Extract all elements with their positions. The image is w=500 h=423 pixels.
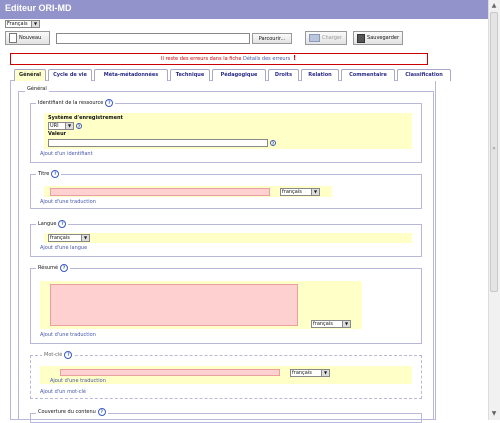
title-language-select[interactable]: français ▼	[280, 188, 320, 196]
language-legend-text: Langue	[38, 221, 57, 227]
tab-meta-metadata[interactable]: Méta-métadonnées	[94, 69, 168, 81]
add-language-link[interactable]: Ajout d'une langue	[40, 245, 87, 251]
tab-technical[interactable]: Technique	[170, 69, 210, 81]
chevron-down-icon: ▼	[311, 189, 319, 195]
help-icon[interactable]: ?	[105, 99, 114, 107]
identifier-legend: Identifiant de la ressource ?	[36, 99, 116, 107]
language-select-value: Français	[7, 21, 28, 27]
coverage-legend: Couverture du contenu ?	[36, 408, 108, 416]
app-title-bar: Editeur ORI-MD	[0, 0, 488, 19]
registry-system-value: URI	[50, 123, 59, 129]
browse-button[interactable]: Parcourir...	[252, 33, 292, 44]
registry-system-label: Système d'enregistrement	[48, 115, 123, 121]
language-legend: Langue ?	[36, 220, 69, 228]
chevron-down-icon: ▼	[65, 123, 73, 129]
resource-language-value: français	[50, 235, 70, 241]
load-button[interactable]: Charger	[305, 31, 347, 45]
general-legend: Général	[25, 86, 49, 92]
help-icon[interactable]: ?	[270, 140, 276, 146]
summary-language-select[interactable]: français ▼	[311, 320, 351, 328]
browse-button-label: Parcourir...	[258, 35, 286, 42]
save-button[interactable]: Sauvegarder	[353, 31, 403, 45]
summary-legend-text: Résumé	[38, 265, 59, 271]
chevron-down-icon: ▼	[31, 21, 39, 27]
new-button[interactable]: Nouveau	[5, 31, 50, 45]
help-icon[interactable]: ?	[60, 264, 69, 272]
identifier-value-input[interactable]	[48, 139, 268, 147]
add-keyword-translation-link[interactable]: Ajout d'une traduction	[50, 378, 106, 384]
new-button-label: Nouveau	[19, 35, 42, 41]
identifier-value-label: Valeur	[48, 131, 67, 137]
tab-relation[interactable]: Relation	[301, 69, 339, 81]
keyword-input[interactable]	[60, 369, 280, 376]
tab-general[interactable]: Général	[14, 69, 46, 81]
general-legend-text: Général	[27, 86, 47, 92]
tab-lifecycle[interactable]: Cycle de vie	[48, 69, 92, 81]
tab-bar: Général Cycle de vie Méta-métadonnées Te…	[10, 68, 451, 81]
folder-icon	[309, 34, 320, 42]
keyword-legend: Mot-clé ?	[42, 351, 75, 359]
tab-comment[interactable]: Commentaire	[341, 69, 395, 81]
resource-language-select[interactable]: français ▼	[48, 234, 90, 242]
chevron-down-icon: ▼	[342, 321, 350, 327]
title-legend: Titre ?	[36, 170, 62, 178]
help-icon[interactable]: ?	[97, 408, 106, 416]
error-details-link[interactable]: Détails des erreurs	[243, 56, 290, 62]
summary-textarea[interactable]	[50, 284, 298, 326]
tab-classification[interactable]: Classification	[397, 69, 451, 81]
summary-legend: Résumé ?	[36, 264, 71, 272]
title-legend-text: Titre	[38, 171, 50, 177]
save-button-label: Sauvegarder	[367, 35, 399, 41]
error-banner: Il reste des erreurs dans la fiche Détai…	[10, 53, 428, 65]
keyword-language-select[interactable]: français ▼	[290, 369, 330, 377]
keyword-language-value: français	[292, 370, 312, 376]
registry-system-select[interactable]: URI ▼	[48, 122, 74, 130]
app-title: Editeur ORI-MD	[5, 3, 72, 13]
error-alert-icon: !	[293, 54, 297, 62]
tab-rights[interactable]: Droits	[268, 69, 299, 81]
add-keyword-link[interactable]: Ajout d'un mot-clé	[40, 389, 86, 395]
add-summary-translation-link[interactable]: Ajout d'une traduction	[40, 332, 96, 338]
scroll-up-icon[interactable]: ▲	[490, 2, 498, 10]
title-input[interactable]	[50, 188, 270, 196]
new-document-icon	[9, 33, 17, 43]
title-language-value: français	[282, 189, 302, 195]
help-icon[interactable]: ?	[76, 123, 82, 129]
tab-educational[interactable]: Pédagogique	[212, 69, 266, 81]
chevron-down-icon: ▼	[81, 235, 89, 241]
keyword-legend-text: Mot-clé	[44, 352, 63, 358]
add-identifier-link[interactable]: Ajout d'un identifiant	[40, 151, 93, 157]
coverage-legend-text: Couverture du contenu	[38, 409, 96, 415]
identifier-legend-text: Identifiant de la ressource	[38, 100, 104, 106]
help-icon[interactable]: ?	[58, 220, 67, 228]
language-select[interactable]: Français ▼	[5, 20, 40, 28]
scroll-grip-icon: »	[492, 145, 496, 152]
floppy-disk-icon	[357, 33, 366, 43]
scroll-down-icon[interactable]: ▼	[490, 410, 498, 418]
add-title-translation-link[interactable]: Ajout d'une traduction	[40, 199, 96, 205]
error-message: Il reste des erreurs dans la fiche	[161, 56, 242, 62]
load-button-label: Charger	[322, 35, 342, 41]
chevron-down-icon: ▼	[321, 370, 329, 376]
file-path-input[interactable]	[56, 33, 250, 44]
language-row	[44, 233, 412, 243]
summary-language-value: français	[313, 321, 333, 327]
help-icon[interactable]: ?	[51, 170, 60, 178]
help-icon[interactable]: ?	[64, 351, 73, 359]
